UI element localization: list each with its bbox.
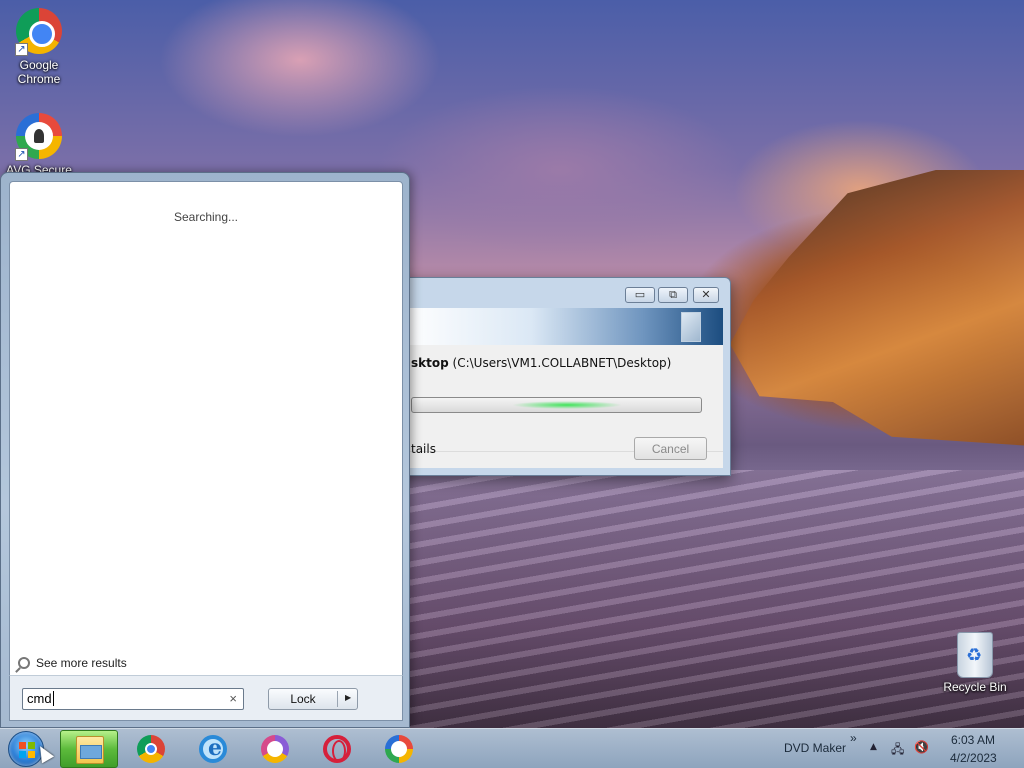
taskbar: DVD Maker » ▲ 🖧 🔇 6:03 AM 4/2/2023 — [0, 728, 1024, 768]
avg-icon — [261, 735, 289, 763]
chrome-icon — [137, 735, 165, 763]
taskbar-internet-explorer[interactable] — [184, 730, 242, 768]
desktop-icon-label: Recycle Bin — [943, 680, 1007, 694]
dialog-path-folder: sktop — [411, 356, 449, 370]
see-more-results-link[interactable]: See more results — [18, 656, 127, 670]
avg-secure-icon: ↗ — [15, 113, 63, 161]
close-button[interactable]: ✕ — [693, 287, 719, 303]
volume-muted-icon[interactable]: 🔇 — [914, 740, 929, 754]
desktop-icon-label: Google Chrome — [17, 58, 61, 86]
desktop-icon-google-chrome[interactable]: ↗ Google Chrome — [1, 7, 77, 86]
see-more-results-label: See more results — [36, 656, 127, 670]
dvd-maker-toolbar[interactable]: DVD Maker — [784, 741, 846, 755]
shortcut-arrow-icon: ↗ — [15, 148, 28, 161]
power-button[interactable]: Lock ▶ — [268, 688, 358, 710]
progress-bar — [411, 397, 702, 413]
search-input-value: cmd — [27, 691, 54, 706]
start-menu-bottom-bar: cmd × Lock ▶ — [9, 675, 403, 721]
taskbar-google-chrome[interactable] — [122, 730, 180, 768]
ie-icon — [199, 735, 227, 763]
opera-icon — [323, 735, 351, 763]
wallpaper-water — [410, 470, 1024, 728]
maximize-button[interactable]: ⧉ — [658, 287, 688, 303]
power-options-arrow-icon[interactable]: ▶ — [345, 693, 351, 702]
dialog-path-text: sktop (C:\Users\VM1.COLLABNET\Desktop) — [411, 356, 671, 370]
minimize-button[interactable]: ▭ — [625, 287, 655, 303]
network-icon[interactable]: 🖧 — [891, 740, 904, 761]
taskbar-windows-explorer[interactable] — [60, 730, 118, 768]
lock-button-label[interactable]: Lock — [269, 692, 337, 706]
clock-date[interactable]: 4/2/2023 — [950, 751, 997, 765]
progress-marquee — [512, 401, 622, 409]
toolbar-chevron-icon[interactable]: » — [850, 731, 857, 745]
taskbar-avg-browser[interactable] — [246, 730, 304, 768]
clear-search-icon[interactable]: × — [229, 691, 237, 706]
dialog-banner — [403, 308, 723, 345]
shortcut-arrow-icon: ↗ — [15, 43, 28, 56]
document-icon — [681, 312, 701, 342]
chrome-icon: ↗ — [15, 8, 63, 56]
dialog-body: sktop (C:\Users\VM1.COLLABNET\Desktop) t… — [403, 308, 723, 468]
taskbar-avg-secure-browser[interactable] — [370, 730, 428, 768]
start-menu: Searching... See more results cmd × Lock… — [0, 172, 410, 728]
show-hidden-icons-arrow[interactable]: ▲ — [870, 742, 877, 752]
cancel-button[interactable]: Cancel — [634, 437, 707, 460]
dialog-path-location: (C:\Users\VM1.COLLABNET\Desktop) — [448, 356, 672, 370]
desktop-icon-recycle-bin[interactable]: Recycle Bin — [937, 632, 1013, 694]
recycle-bin-icon — [957, 632, 993, 678]
windows-logo-icon — [19, 742, 35, 758]
searching-status: Searching... — [173, 210, 239, 224]
desktop-icon-avg-secure[interactable]: ↗ AVG Secure — [1, 112, 77, 177]
dialog-titlebar[interactable]: ▭ ⧉ ✕ — [396, 278, 730, 308]
folder-icon — [76, 736, 104, 764]
taskbar-opera[interactable] — [308, 730, 366, 768]
more-details-toggle[interactable]: tails — [411, 442, 436, 456]
clock-time[interactable]: 6:03 AM — [951, 733, 995, 747]
start-search-input[interactable]: cmd × — [22, 688, 244, 710]
magnifier-icon — [18, 657, 30, 669]
search-progress-dialog: ▭ ⧉ ✕ sktop (C:\Users\VM1.COLLABNET\Desk… — [395, 277, 731, 476]
power-button-divider — [337, 691, 338, 707]
search-results-panel: Searching... See more results — [9, 181, 403, 683]
avg-icon — [385, 735, 413, 763]
